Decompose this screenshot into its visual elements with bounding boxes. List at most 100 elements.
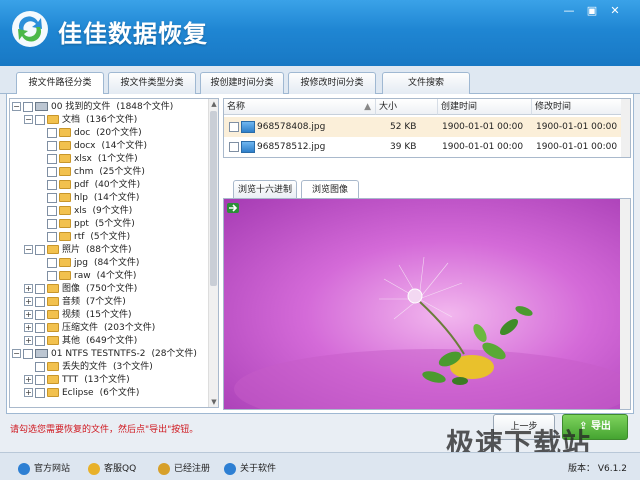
tree-item-count: (1848个文件) <box>116 102 174 112</box>
tree-item-count: (14个文件) <box>93 193 140 203</box>
tree-item[interactable]: − 照片 (88个文件) <box>24 244 132 257</box>
tree-scroll-thumb[interactable] <box>210 111 217 286</box>
folder-tree: ▲ ▼ − 00 找到的文件 (1848个文件) − 文档 (136个文件) doc (20个… <box>9 98 219 408</box>
collapse-icon[interactable]: − <box>12 349 21 358</box>
tree-item[interactable]: xls (9个文件) <box>36 205 132 218</box>
expand-icon[interactable]: + <box>24 336 33 345</box>
collapse-icon[interactable]: − <box>24 245 33 254</box>
file-name: 968578408.jpg <box>257 122 326 132</box>
close-icon[interactable]: ✕ <box>606 4 624 18</box>
tree-checkbox[interactable] <box>35 322 45 333</box>
tree-item[interactable]: + Eclipse (6个文件) <box>24 387 139 400</box>
tree-checkbox[interactable] <box>23 101 33 112</box>
tree-item[interactable]: + 其他 (649个文件) <box>24 335 137 348</box>
tree-scrollbar[interactable]: ▲ ▼ <box>208 99 218 407</box>
tree-checkbox[interactable] <box>47 166 57 177</box>
tree-item[interactable]: chm (25个文件) <box>36 166 145 179</box>
tree-item[interactable]: + 压缩文件 (203个文件) <box>24 322 155 335</box>
expand-icon[interactable]: + <box>24 297 33 306</box>
tree-item[interactable]: doc (20个文件) <box>36 127 142 140</box>
tree-checkbox[interactable] <box>47 257 57 268</box>
tree-item[interactable]: + 视频 (15个文件) <box>24 309 132 322</box>
tree-item[interactable]: − 文档 (136个文件) <box>24 114 137 127</box>
tree-checkbox[interactable] <box>47 205 57 216</box>
tree-item[interactable]: raw (4个文件) <box>36 270 136 283</box>
list-scrollbar[interactable] <box>621 99 630 157</box>
scroll-down-icon[interactable]: ▼ <box>209 397 218 407</box>
collapse-icon[interactable]: − <box>24 115 33 124</box>
tree-item-label: 丢失的文件 <box>62 362 108 372</box>
col-modified-header[interactable]: 修改时间 <box>532 99 622 115</box>
preview-image <box>227 203 630 409</box>
table-row[interactable]: 968578512.jpg 39 KB 1900-01-01 00:00 190… <box>224 137 622 157</box>
tree-item[interactable]: − 01 NTFS TESTNTFS-2 (28个文件) <box>12 348 197 361</box>
tree-item[interactable]: xlsx (1个文件) <box>36 153 138 166</box>
tree-checkbox[interactable] <box>35 335 45 346</box>
tree-checkbox[interactable] <box>47 192 57 203</box>
file-created: 1900-01-01 00:00 <box>442 142 524 152</box>
collapse-icon[interactable]: − <box>12 102 21 111</box>
tree-item[interactable]: docx (14个文件) <box>36 140 147 153</box>
support-qq-link[interactable]: 客服QQ <box>88 461 136 475</box>
official-site-link[interactable]: 官方网站 <box>18 461 70 475</box>
tree-checkbox[interactable] <box>47 218 57 229</box>
drive-icon <box>35 349 48 358</box>
tree-checkbox[interactable] <box>35 244 45 255</box>
expand-icon[interactable]: + <box>24 388 33 397</box>
tab-by-modified[interactable]: 按修改时间分类 <box>288 72 376 94</box>
file-modified: 1900-01-01 00:00 <box>536 122 618 132</box>
tree-item[interactable]: + TTT (13个文件) <box>24 374 130 387</box>
tree-checkbox[interactable] <box>47 127 57 138</box>
tree-checkbox[interactable] <box>35 374 45 385</box>
category-tabbar: 按文件路径分类 按文件类型分类 按创建时间分类 按修改时间分类 文件搜索 <box>0 66 640 95</box>
tree-item-label: jpg <box>74 258 88 268</box>
tree-checkbox[interactable] <box>47 270 57 281</box>
registered-link[interactable]: 已经注册 <box>158 461 210 475</box>
tree-checkbox[interactable] <box>35 296 45 307</box>
tree-checkbox[interactable] <box>47 231 57 242</box>
about-link[interactable]: 关于软件 <box>224 461 276 475</box>
preview-scrollbar[interactable] <box>620 199 630 409</box>
tree-item[interactable]: ppt (5个文件) <box>36 218 135 231</box>
scroll-up-icon[interactable]: ▲ <box>209 99 218 109</box>
row-checkbox[interactable] <box>229 141 239 152</box>
tree-item[interactable]: − 00 找到的文件 (1848个文件) <box>12 101 173 114</box>
maximize-icon[interactable]: ▣ <box>583 4 601 18</box>
col-size-header[interactable]: 大小 <box>376 99 438 115</box>
tree-item[interactable]: hlp (14个文件) <box>36 192 139 205</box>
folder-icon <box>47 284 59 293</box>
tree-checkbox[interactable] <box>47 140 57 151</box>
tab-image-view[interactable]: 浏览图像 <box>301 180 359 199</box>
col-created-header[interactable]: 创建时间 <box>438 99 532 115</box>
tree-checkbox[interactable] <box>35 114 45 125</box>
tree-checkbox[interactable] <box>35 387 45 398</box>
tab-by-created[interactable]: 按创建时间分类 <box>200 72 284 94</box>
tab-hex-view[interactable]: 浏览十六进制 <box>233 180 297 199</box>
tree-checkbox[interactable] <box>35 361 45 372</box>
folder-icon <box>59 154 71 163</box>
tree-item[interactable]: + 图像 (750个文件) <box>24 283 137 296</box>
table-row[interactable]: 968578408.jpg 52 KB 1900-01-01 00:00 190… <box>224 117 622 137</box>
tree-checkbox[interactable] <box>35 309 45 320</box>
tree-item[interactable]: jpg (84个文件) <box>36 257 139 270</box>
tree-item[interactable]: pdf (40个文件) <box>36 179 140 192</box>
expand-icon[interactable]: + <box>24 284 33 293</box>
tree-checkbox[interactable] <box>35 283 45 294</box>
tree-item[interactable]: rtf (5个文件) <box>36 231 130 244</box>
tab-by-type[interactable]: 按文件类型分类 <box>108 72 196 94</box>
expand-icon[interactable]: + <box>24 310 33 319</box>
row-checkbox[interactable] <box>229 121 239 132</box>
tree-checkbox[interactable] <box>23 348 33 359</box>
tree-item-label: 图像 <box>62 284 81 294</box>
expand-icon[interactable]: + <box>24 375 33 384</box>
col-name-header[interactable]: 名称 ▲ <box>224 99 376 115</box>
tab-search[interactable]: 文件搜索 <box>382 72 470 94</box>
expand-icon[interactable]: + <box>24 323 33 332</box>
tree-checkbox[interactable] <box>47 153 57 164</box>
tree-item[interactable]: 丢失的文件 (3个文件) <box>24 361 153 374</box>
minimize-icon[interactable]: — <box>560 4 578 18</box>
tree-item[interactable]: + 音频 (7个文件) <box>24 296 126 309</box>
tree-item-label: Eclipse <box>62 388 94 398</box>
tree-checkbox[interactable] <box>47 179 57 190</box>
tab-by-path[interactable]: 按文件路径分类 <box>16 72 104 95</box>
